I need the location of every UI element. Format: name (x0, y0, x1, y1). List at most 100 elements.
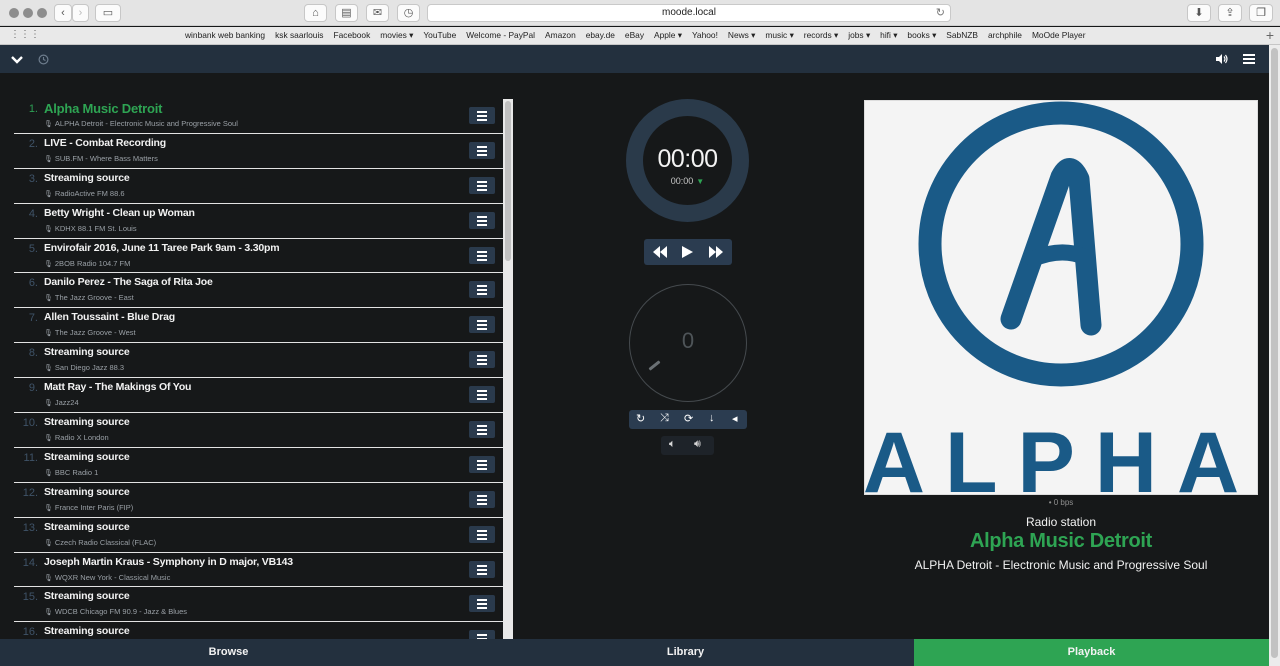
microphone-icon: 🎙︎ (44, 155, 53, 163)
playlist-row[interactable]: 2. LIVE - Combat Recording 🎙︎ SUB.FM - Wher… (14, 134, 503, 169)
tab-library[interactable]: Library (457, 639, 914, 666)
bookmark-item[interactable]: MoOde Player (1032, 30, 1086, 40)
row-menu-button[interactable] (469, 281, 495, 299)
bookmark-item[interactable]: YouTube (423, 30, 456, 40)
playlist-row[interactable]: 6. Danilo Perez - The Saga of Rita Joe 🎙︎ T… (14, 273, 503, 309)
playlist-scrollbar[interactable] (503, 99, 513, 639)
bookmark-item[interactable]: Welcome - PayPal (466, 30, 535, 40)
bookmark-item[interactable]: music ▾ (765, 30, 793, 40)
share-icon[interactable]: ⇪ (1218, 4, 1242, 22)
previous-icon[interactable] (653, 246, 667, 258)
new-tab-plus-icon[interactable]: + (1266, 27, 1274, 43)
back-icon[interactable]: ‹ (54, 4, 72, 22)
top-sites-grid-icon[interactable]: ⋮⋮⋮ (10, 29, 40, 40)
play-icon[interactable] (682, 246, 693, 258)
time-knob[interactable]: 00:00 00:00 ▼ (626, 99, 749, 222)
home-icon[interactable]: ⌂ (304, 4, 327, 22)
sidebar-toggle-icon[interactable]: ▭ (95, 4, 121, 22)
bookmark-item[interactable]: News ▾ (728, 30, 755, 40)
playlist-row[interactable]: 5. Envirofair 2016, June 11 Taree Park 9a… (14, 239, 503, 274)
bookmark-item[interactable]: records ▾ (804, 30, 838, 40)
address-bar[interactable]: moode.local ↻ (427, 4, 951, 22)
minimize-window-button[interactable] (23, 8, 33, 18)
bookmark-item[interactable]: Amazon (545, 30, 576, 40)
row-menu-button[interactable] (469, 386, 495, 404)
row-menu-button[interactable] (469, 421, 495, 439)
bookmark-item[interactable]: SabNZB (946, 30, 978, 40)
playlist-row[interactable]: 12. Streaming source 🎙︎ France Inter Paris … (14, 483, 503, 518)
playlist-row[interactable]: 15. Streaming source 🎙︎ WDCB Chicago FM 90.… (14, 587, 503, 623)
page-scrollbar[interactable] (1269, 45, 1280, 666)
forward-icon[interactable]: › (72, 4, 89, 22)
bookmark-item[interactable]: hifi ▾ (880, 30, 897, 40)
bookmark-item[interactable]: jobs ▾ (848, 30, 870, 40)
volume-up-icon[interactable]: 🔊︎ (694, 438, 701, 451)
microphone-icon: 🎙︎ (44, 469, 53, 477)
playlist-row[interactable]: 3. Streaming source 🎙︎ RadioActive FM 88.6 (14, 169, 503, 204)
tabs-overview-icon[interactable]: ❐ (1249, 4, 1273, 22)
row-menu-button[interactable] (469, 560, 495, 578)
zoom-window-button[interactable] (37, 8, 47, 18)
row-menu-button[interactable] (469, 107, 495, 124)
playlist-row[interactable]: 14. Joseph Martin Kraus - Symphony in D m… (14, 553, 503, 588)
row-menu-button[interactable] (469, 351, 495, 369)
playlist-row[interactable]: 13. Streaming source 🎙︎ Czech Radio Classic… (14, 518, 503, 553)
bookmark-item[interactable]: Apple ▾ (654, 30, 682, 40)
row-menu-button[interactable] (469, 141, 495, 159)
playlist-row-number: 2. (28, 137, 38, 150)
consume-icon[interactable]: ↓ (709, 412, 715, 424)
row-menu-button[interactable] (469, 455, 495, 473)
row-menu-button[interactable] (469, 595, 495, 613)
playlist-scrollbar-thumb[interactable] (505, 101, 511, 261)
close-window-button[interactable] (9, 8, 19, 18)
volume-knob[interactable]: 0 (629, 284, 747, 402)
row-menu-button[interactable] (469, 630, 495, 639)
downloads-icon[interactable]: ⬇ (1187, 4, 1211, 22)
single-icon[interactable]: ⟳ (684, 412, 693, 425)
mute-icon[interactable]: ◂ (732, 412, 738, 425)
reload-icon[interactable]: ↻ (936, 5, 945, 21)
playlist-row[interactable]: 4. Betty Wright - Clean up Woman 🎙︎ KDHX 88… (14, 204, 503, 239)
bookmark-item[interactable]: books ▾ (907, 30, 936, 40)
mail-icon[interactable]: ✉ (366, 4, 389, 22)
cover-art[interactable]: ALPHA (863, 100, 1258, 511)
playlist-row[interactable]: 11. Streaming source 🎙︎ BBC Radio 1 (14, 448, 503, 483)
repeat-icon[interactable]: ↻ (636, 412, 645, 425)
row-menu-button[interactable] (469, 525, 495, 543)
clock-icon[interactable] (38, 54, 49, 65)
bookmark-item[interactable]: archphile (988, 30, 1022, 40)
hamburger-menu-icon[interactable] (1243, 54, 1255, 64)
playlist-row[interactable]: 1. Alpha Music Detroit 🎙︎ ALPHA Detroit - E… (14, 99, 503, 134)
playlist-row[interactable]: 8. Streaming source 🎙︎ San Diego Jazz 88.3 (14, 343, 503, 379)
volume-down-icon[interactable]: 🔈︎ (669, 438, 676, 451)
bookmark-item[interactable]: eBay (625, 30, 644, 40)
row-menu-button[interactable] (469, 316, 495, 334)
history-icon[interactable]: ◷ (397, 4, 420, 22)
row-menu-button[interactable] (469, 490, 495, 508)
playlist-row[interactable]: 16. Streaming source (14, 622, 503, 639)
row-menu-button[interactable] (469, 211, 495, 229)
bookmark-item[interactable]: ebay.de (586, 30, 615, 40)
page-scrollbar-thumb[interactable] (1271, 48, 1278, 658)
volume-icon[interactable] (1215, 53, 1228, 65)
tab-browse[interactable]: Browse (0, 639, 457, 666)
row-menu-button[interactable] (469, 176, 495, 194)
shuffle-icon[interactable]: ⤨ (660, 412, 669, 425)
total-time[interactable]: 00:00 ▼ (643, 176, 732, 186)
total-time-label: 00:00 (670, 176, 694, 186)
chevron-down-icon[interactable] (11, 55, 23, 64)
print-icon[interactable]: ▤ (335, 4, 358, 22)
bookmark-item[interactable]: Yahoo! (692, 30, 718, 40)
bookmark-item[interactable]: ksk saarlouis (275, 30, 323, 40)
moode-navbar (0, 45, 1269, 73)
playlist-row[interactable]: 9. Matt Ray - The Makings Of You 🎙︎ Jazz24 (14, 378, 503, 414)
bookmark-item[interactable]: Facebook (334, 30, 371, 40)
playlist-row[interactable]: 10. Streaming source 🎙︎ Radio X London (14, 413, 503, 448)
playlist-row[interactable]: 7. Allen Toussaint - Blue Drag 🎙︎ The Jazz … (14, 308, 503, 344)
playback-toggles: ↻ ⤨ ⟳ ↓ ◂ (629, 410, 747, 429)
row-menu-button[interactable] (469, 246, 495, 264)
bookmark-item[interactable]: movies ▾ (380, 30, 413, 40)
bookmark-item[interactable]: winbank web banking (185, 30, 265, 40)
tab-playback[interactable]: Playback (914, 639, 1269, 666)
next-icon[interactable] (709, 246, 723, 258)
